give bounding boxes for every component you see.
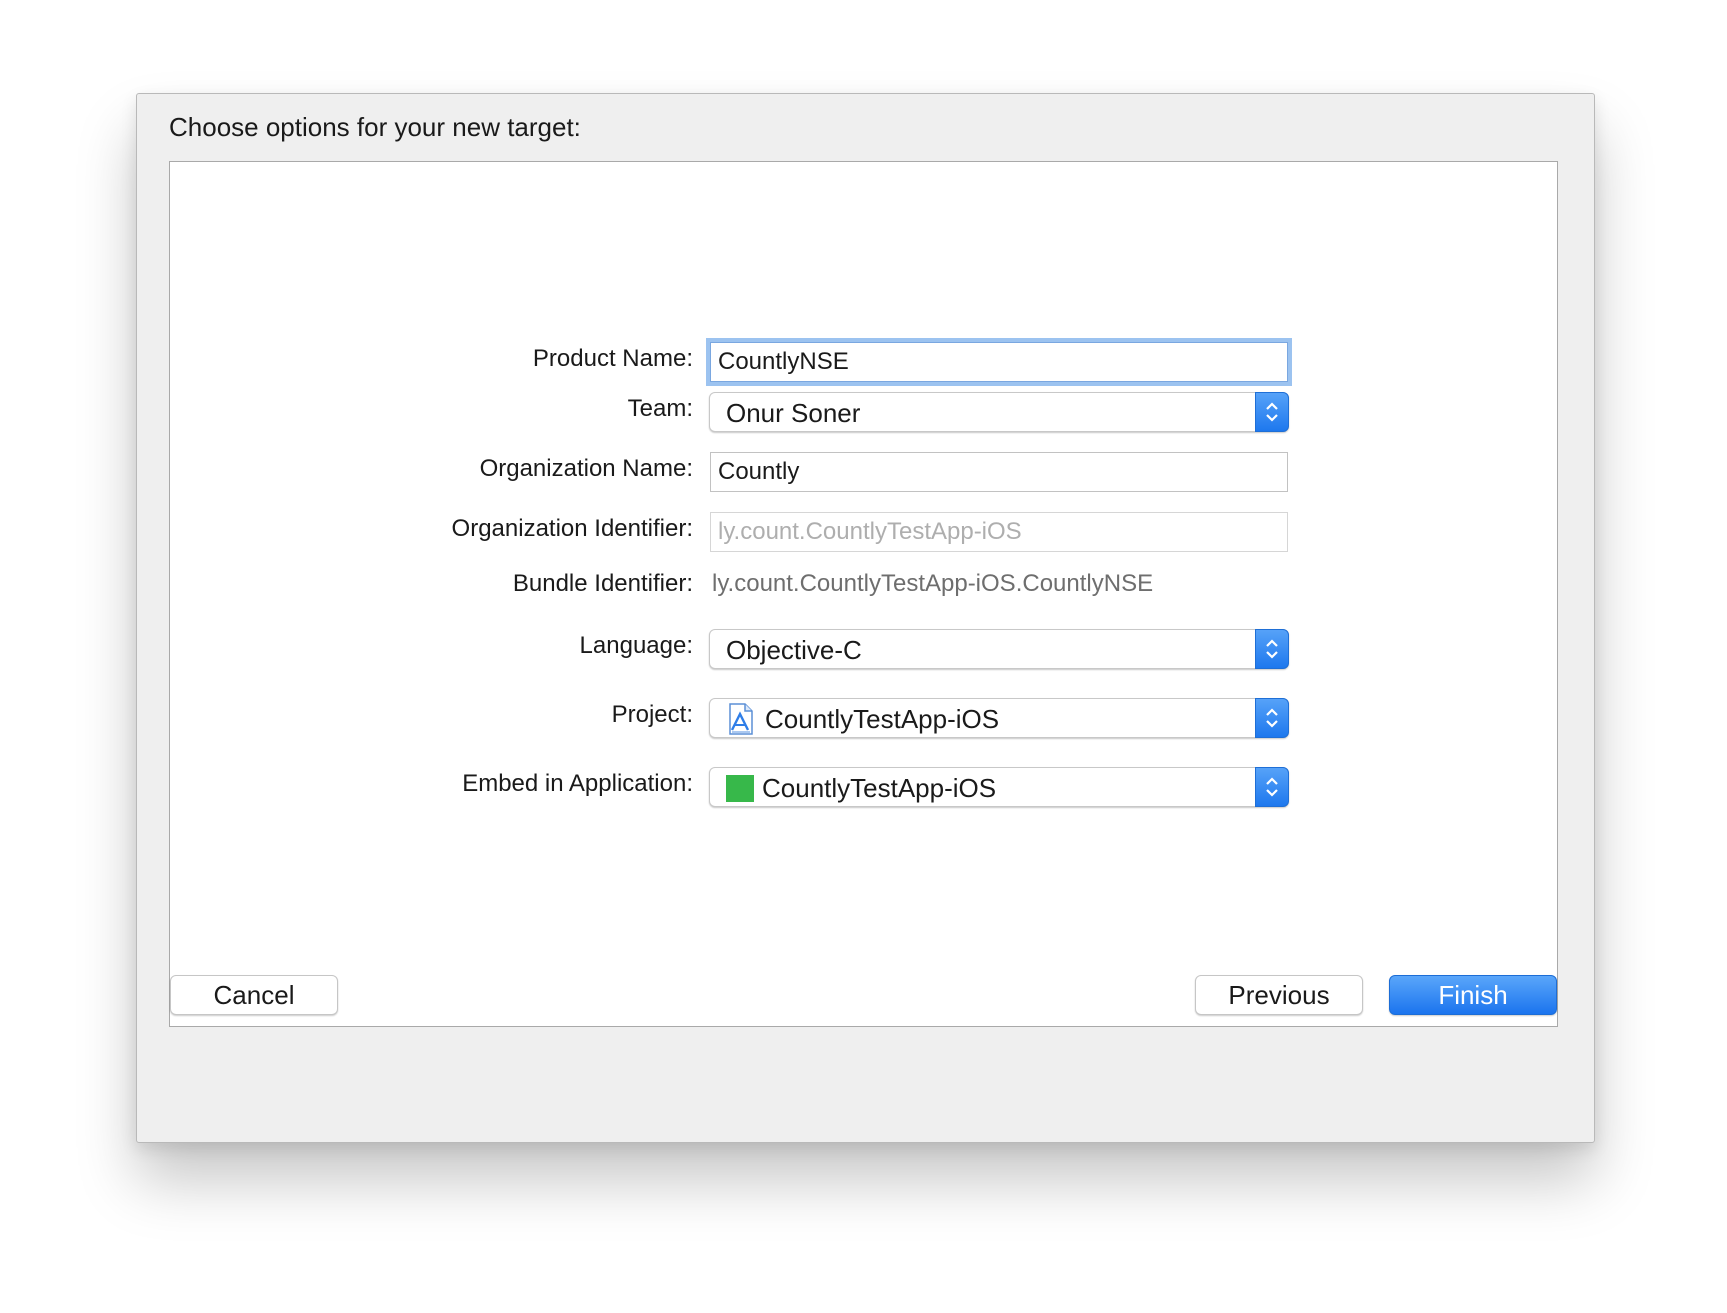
language-popup[interactable]: Objective-C [709, 629, 1289, 669]
embed-in-application-stepper-icon [1255, 767, 1289, 807]
cancel-button[interactable]: Cancel [170, 975, 338, 1015]
app-target-icon [726, 775, 754, 802]
organization-identifier-label: Organization Identifier: [451, 515, 693, 542]
embed-in-application-value: CountlyTestApp-iOS [762, 773, 997, 803]
product-name-input[interactable]: CountlyNSE [710, 342, 1288, 382]
xcode-project-icon [728, 703, 754, 742]
embed-in-application-popup[interactable]: CountlyTestApp-iOS [709, 767, 1289, 807]
embed-in-application-label: Embed in Application: [462, 770, 693, 797]
dialog-title: Choose options for your new target: [169, 112, 581, 142]
bundle-identifier-label: Bundle Identifier: [512, 570, 693, 597]
team-label: Team: [627, 395, 693, 422]
product-name-label: Product Name: [532, 345, 693, 372]
team-value: Onur Soner [726, 398, 861, 428]
organization-name-label: Organization Name: [479, 455, 693, 482]
bundle-identifier-value: ly.count.CountlyTestApp-iOS.CountlyNSE [712, 570, 1154, 597]
project-label: Project: [611, 701, 693, 728]
language-value: Objective-C [726, 635, 862, 665]
project-stepper-icon [1255, 698, 1289, 738]
project-popup[interactable]: CountlyTestApp-iOS [709, 698, 1289, 738]
language-label: Language: [579, 632, 693, 659]
organization-name-input[interactable]: Countly [710, 452, 1288, 492]
options-panel: Product Name: CountlyNSE Team: Onur Sone… [169, 161, 1558, 1027]
team-popup[interactable]: Onur Soner [709, 392, 1289, 432]
language-stepper-icon [1255, 629, 1289, 669]
organization-identifier-input[interactable]: ly.count.CountlyTestApp-iOS [710, 512, 1288, 552]
new-target-dialog: Choose options for your new target: Prod… [136, 93, 1595, 1143]
project-value: CountlyTestApp-iOS [765, 704, 1000, 734]
team-stepper-icon [1255, 392, 1289, 432]
finish-button[interactable]: Finish [1389, 975, 1557, 1015]
previous-button[interactable]: Previous [1195, 975, 1363, 1015]
